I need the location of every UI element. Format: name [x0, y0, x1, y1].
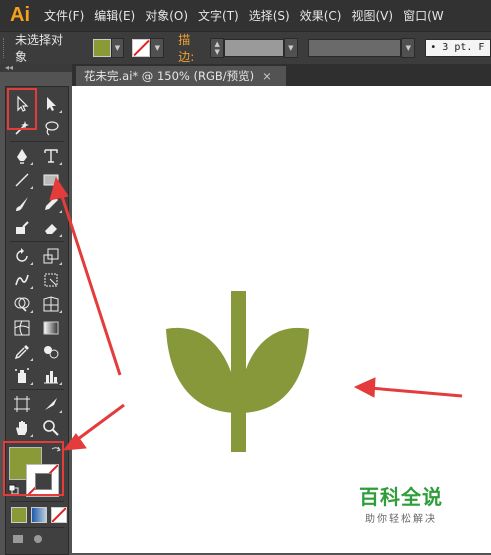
brush-profile-select[interactable]: • 3 pt. F: [425, 39, 491, 57]
line-segment-tool[interactable]: [10, 169, 34, 191]
highlight-box-colors: [3, 441, 64, 496]
color-mode-button[interactable]: [11, 507, 27, 523]
hand-tool[interactable]: [10, 417, 34, 439]
menu-object[interactable]: 对象(O): [145, 7, 188, 24]
menu-edit[interactable]: 编辑(E): [94, 7, 135, 24]
slice-icon: [45, 398, 57, 410]
direct-selection-icon: [47, 97, 56, 111]
shape-builder-icon: [14, 297, 30, 312]
mesh-tool[interactable]: [10, 317, 34, 339]
menu-effect[interactable]: 效果(C): [300, 7, 342, 24]
watermark: 百科全说 助你轻松解决: [345, 478, 485, 528]
control-bar-grip[interactable]: [3, 38, 7, 58]
tool-divider: [10, 527, 64, 528]
hand-icon: [16, 421, 27, 435]
lasso-tool[interactable]: [39, 117, 63, 139]
type-tool[interactable]: [39, 145, 63, 167]
pencil-tool[interactable]: [39, 193, 63, 215]
direct-selection-tool[interactable]: [39, 93, 63, 115]
rotate-tool[interactable]: [10, 245, 34, 267]
document-tab-title: 花未完.ai* @ 150% (RGB/预览): [84, 69, 255, 83]
selection-status: 未选择对象: [14, 33, 63, 64]
watermark-title: 百科全说: [359, 485, 443, 509]
tool-divider: [10, 389, 64, 390]
symbol-sprayer-icon: [15, 368, 29, 383]
fill-dropdown[interactable]: ▼: [110, 38, 125, 58]
plant-leaf-left: [166, 327, 238, 413]
free-transform-tool[interactable]: [39, 269, 63, 291]
fill-swatch[interactable]: [92, 39, 111, 57]
document-tab[interactable]: 花未完.ai* @ 150% (RGB/预览) ×: [76, 66, 286, 86]
zoom-icon: [43, 420, 59, 436]
tool-divider: [10, 241, 64, 242]
rectangle-icon: [43, 174, 59, 186]
lasso-icon: [45, 121, 59, 136]
blend-icon: [44, 346, 59, 359]
variable-width-select[interactable]: [307, 39, 402, 57]
stroke-weight-input[interactable]: [224, 39, 284, 57]
eyedropper-tool[interactable]: [10, 341, 34, 363]
rotate-icon: [16, 248, 28, 262]
stroke-weight-dropdown[interactable]: ▼: [283, 38, 298, 58]
line-segment-icon: [15, 173, 29, 187]
menu-bar: Ai 文件(F) 编辑(E) 对象(O) 文字(T) 选择(S) 效果(C) 视…: [0, 0, 491, 31]
watermark-subtitle: 助你轻松解决: [365, 514, 437, 525]
none-mode-button[interactable]: [51, 507, 67, 523]
tool-divider: [10, 141, 64, 142]
stroke-label[interactable]: 描边:: [178, 31, 206, 65]
variable-width-dropdown[interactable]: ▼: [401, 38, 416, 58]
close-tab-icon[interactable]: ×: [262, 69, 272, 83]
blob-brush-tool[interactable]: [10, 217, 34, 239]
screen-mode-icon[interactable]: [31, 533, 45, 545]
paintbrush-icon: [16, 197, 28, 211]
column-graph-icon: [44, 371, 58, 384]
gradient-mode-button[interactable]: [31, 507, 47, 523]
tool-divider: [10, 501, 64, 502]
warp-icon: [15, 274, 29, 286]
warp-tool[interactable]: [10, 269, 34, 291]
stroke-dropdown[interactable]: ▼: [150, 38, 165, 58]
scale-tool[interactable]: [39, 245, 63, 267]
eraser-tool[interactable]: [39, 217, 63, 239]
type-icon: [44, 149, 58, 163]
eraser-icon: [45, 224, 57, 234]
perspective-grid-icon: [43, 296, 59, 312]
menu-window[interactable]: 窗口(W: [403, 7, 444, 24]
stroke-weight-stepper[interactable]: ▲ ▼: [210, 38, 225, 58]
artboard-icon: [14, 396, 30, 412]
plant-leaf-right: [239, 327, 309, 413]
scale-icon: [43, 248, 59, 264]
shape-builder-tool[interactable]: [10, 293, 34, 315]
menu-file[interactable]: 文件(F): [44, 7, 84, 24]
symbol-sprayer-tool[interactable]: [10, 365, 34, 387]
plant-stem: [231, 291, 246, 452]
control-bar: 未选择对象 ▼ ▼ 描边: ▲ ▼ ▼ ▼ • 3 pt. F: [0, 31, 491, 65]
perspective-grid-tool[interactable]: [39, 293, 63, 315]
menu-type[interactable]: 文字(T): [198, 7, 239, 24]
pen-tool[interactable]: [10, 145, 34, 167]
pencil-icon: [45, 197, 58, 210]
artboard-tool[interactable]: [10, 393, 34, 415]
app-logo: Ai: [10, 4, 30, 26]
blob-brush-icon: [16, 221, 29, 234]
slice-tool[interactable]: [39, 393, 63, 415]
draw-normal-icon[interactable]: [11, 533, 25, 545]
free-transform-icon: [44, 273, 58, 287]
blend-tool[interactable]: [39, 341, 63, 363]
highlight-box-selection: [7, 88, 37, 130]
rectangle-tool[interactable]: [39, 169, 63, 191]
zoom-tool[interactable]: [39, 417, 63, 439]
column-graph-tool[interactable]: [39, 365, 63, 387]
pen-icon: [17, 149, 27, 164]
gradient-icon: [43, 321, 59, 335]
paintbrush-tool[interactable]: [10, 193, 34, 215]
gradient-tool[interactable]: [39, 317, 63, 339]
document-tab-bar: 花未完.ai* @ 150% (RGB/预览) ×: [72, 64, 491, 86]
mesh-icon: [14, 320, 30, 336]
menu-view[interactable]: 视图(V): [351, 7, 393, 24]
stroke-swatch[interactable]: [132, 39, 151, 57]
menu-select[interactable]: 选择(S): [249, 7, 290, 24]
eyedropper-icon: [14, 345, 29, 360]
panel-collapse-bar[interactable]: ◂◂: [0, 64, 75, 72]
